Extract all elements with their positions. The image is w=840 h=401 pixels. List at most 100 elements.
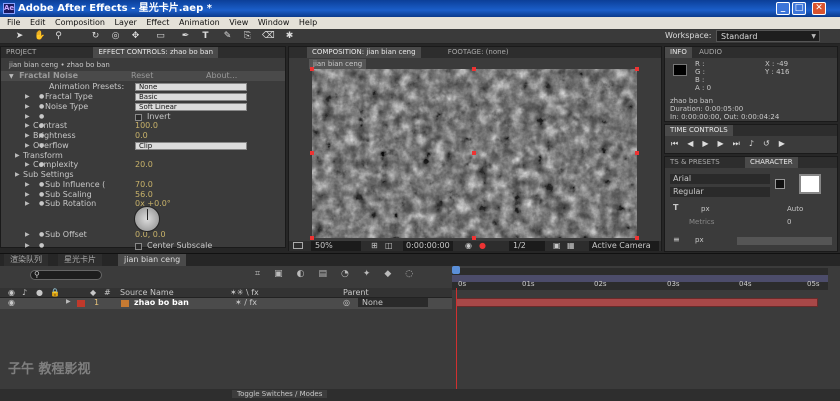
anchor-point[interactable] xyxy=(472,151,476,155)
rotation-dial[interactable] xyxy=(134,206,160,232)
auto-keyframe-icon[interactable]: ◌ xyxy=(405,269,427,279)
expand-icon[interactable]: ▶ xyxy=(25,241,30,251)
puppet-tool-icon[interactable]: ✱ xyxy=(284,31,295,42)
effect-property-row[interactable]: ▶ ● Fractal Type Basic xyxy=(1,92,285,102)
layer-name[interactable]: zhao bo ban xyxy=(134,298,189,307)
clone-tool-icon[interactable]: ⎘ xyxy=(242,31,253,42)
effect-property-dropdown[interactable]: Basic xyxy=(135,93,247,101)
hand-tool-icon[interactable]: ✋ xyxy=(34,31,45,42)
selection-handle[interactable] xyxy=(635,151,639,155)
font-style-dropdown[interactable]: Regular xyxy=(670,187,770,197)
effect-property-row[interactable]: ▶ ● Complexity 20.0 xyxy=(1,160,285,170)
effect-property-row[interactable]: ▶ ● Sub Influence (70.0 xyxy=(1,180,285,190)
brainstorm-icon[interactable]: ✦ xyxy=(363,269,385,279)
region-icon[interactable]: ▣ xyxy=(553,241,561,251)
monitor-icon[interactable] xyxy=(293,242,303,249)
channel-icon[interactable]: ● xyxy=(479,241,486,251)
selection-handle[interactable] xyxy=(310,236,314,240)
selection-handle[interactable] xyxy=(635,67,639,71)
selection-tool-icon[interactable]: ➤ xyxy=(14,31,25,42)
toggle-switches-button[interactable]: Toggle Switches / Modes xyxy=(232,390,328,398)
close-button[interactable]: ✕ xyxy=(812,2,826,15)
reset-link[interactable]: Reset xyxy=(131,71,153,81)
tab-effects-presets[interactable]: TS & PRESETS xyxy=(665,157,725,168)
stroke-style-dropdown[interactable] xyxy=(737,237,832,245)
menu-file[interactable]: File xyxy=(7,17,20,29)
first-frame-icon[interactable]: ⏮ xyxy=(671,139,687,148)
layer-row[interactable]: ◉ ▶ 1 zhao bo ban ✶ / fx ◎ None xyxy=(0,298,452,309)
expand-icon[interactable]: ▶ xyxy=(25,230,30,240)
layer-expand-icon[interactable]: ▶ xyxy=(66,298,71,305)
stopwatch-icon[interactable]: ● xyxy=(39,180,44,190)
tab-footage[interactable]: FOOTAGE: (none) xyxy=(443,47,514,58)
shy-layers-icon[interactable]: ◐ xyxy=(297,269,319,279)
tab-comp-jianbian[interactable]: jian bian ceng xyxy=(118,254,187,266)
menu-window[interactable]: Window xyxy=(258,17,290,29)
minimize-button[interactable]: _ xyxy=(776,2,790,15)
tab-info[interactable]: INFO xyxy=(665,47,692,58)
selection-handle[interactable] xyxy=(472,67,476,71)
camera-dropdown[interactable]: Active Camera xyxy=(589,241,659,251)
tab-project[interactable]: PROJECT xyxy=(1,47,41,58)
tracking-value[interactable]: 0 xyxy=(787,217,791,227)
stopwatch-icon[interactable]: ● xyxy=(39,92,44,102)
effect-property-value[interactable]: 70.0 xyxy=(135,180,153,190)
loop-icon[interactable]: ↺ xyxy=(763,139,779,148)
effect-property-dropdown[interactable]: Soft Linear xyxy=(135,103,247,111)
effect-property-row[interactable]: ▶ ● Noise Type Soft Linear xyxy=(1,102,285,112)
menu-view[interactable]: View xyxy=(229,17,248,29)
ram-preview-icon[interactable]: ▶ xyxy=(779,139,794,148)
expand-icon[interactable]: ▶ xyxy=(25,102,30,112)
layer-duration-bar[interactable] xyxy=(456,298,818,307)
frame-blending-icon[interactable]: ▤ xyxy=(318,269,341,279)
expand-icon[interactable]: ▶ xyxy=(25,92,30,102)
font-dropdown[interactable]: Arial xyxy=(670,174,770,184)
tab-render-queue[interactable]: 渲染队列 xyxy=(4,254,48,266)
resolution-dropdown[interactable]: 1/2 xyxy=(509,241,545,251)
last-frame-icon[interactable]: ⏭ xyxy=(733,139,749,148)
effect-property-row[interactable]: ▶ ● Brightness 0.0 xyxy=(1,131,285,141)
expand-icon[interactable]: ▶ xyxy=(25,180,30,190)
menu-layer[interactable]: Layer xyxy=(115,17,137,29)
stroke-color-swatch[interactable] xyxy=(799,174,821,194)
snapshot-icon[interactable]: ◉ xyxy=(465,241,472,251)
tab-composition[interactable]: COMPOSITION: jian bian ceng xyxy=(307,47,421,58)
stopwatch-icon[interactable]: ● xyxy=(39,241,44,251)
effect-property-row[interactable]: Animation Presets: None xyxy=(1,82,285,92)
effect-property-value[interactable]: 100.0 xyxy=(135,121,158,131)
time-ruler[interactable] xyxy=(452,268,828,290)
effect-property-value[interactable]: 20.0 xyxy=(135,160,153,170)
expand-icon[interactable]: ▶ xyxy=(25,141,30,151)
zoom-dropdown[interactable]: 50% xyxy=(311,241,361,251)
timeline-search-input[interactable]: ⚲ xyxy=(30,270,102,280)
work-area-bar[interactable] xyxy=(452,275,828,282)
comp-sub-tab[interactable]: jian bian ceng xyxy=(309,59,367,69)
parent-header[interactable]: Parent xyxy=(343,288,369,297)
expand-icon[interactable]: ▶ xyxy=(25,121,30,131)
effect-property-row[interactable]: ▶ ● Center Subscale xyxy=(1,241,285,251)
tab-time-controls[interactable]: TIME CONTROLS xyxy=(665,125,733,136)
menu-composition[interactable]: Composition xyxy=(55,17,105,29)
pen-tool-icon[interactable]: ✒ xyxy=(180,31,191,42)
eraser-tool-icon[interactable]: ⌫ xyxy=(262,31,275,42)
expand-icon[interactable]: ▶ xyxy=(15,170,20,180)
kerning-value[interactable]: Metrics xyxy=(689,217,714,227)
audio-icon[interactable]: ♪ xyxy=(749,139,763,148)
effect-property-checkbox[interactable] xyxy=(135,243,142,250)
grid-icon[interactable]: ⊞ xyxy=(371,241,378,251)
about-link[interactable]: About... xyxy=(206,71,237,81)
next-frame-icon[interactable]: ▶ xyxy=(718,139,733,148)
selection-handle[interactable] xyxy=(310,67,314,71)
fill-color-swatch[interactable] xyxy=(775,179,785,189)
transparency-icon[interactable]: ▦ xyxy=(567,241,575,251)
menu-animation[interactable]: Animation xyxy=(179,17,220,29)
font-size-unit[interactable]: px xyxy=(701,204,710,214)
selection-handle[interactable] xyxy=(472,236,476,240)
play-icon[interactable]: ▶ xyxy=(702,139,717,148)
layer-visibility-icon[interactable]: ◉ xyxy=(8,298,15,307)
stopwatch-icon[interactable]: ● xyxy=(39,199,44,209)
effect-property-dropdown[interactable]: None xyxy=(135,83,247,91)
text-tool-icon[interactable]: T xyxy=(200,31,211,42)
zoom-tool-icon[interactable]: ⚲ xyxy=(53,31,64,42)
layer-switches[interactable]: ✶ / fx xyxy=(235,298,257,307)
